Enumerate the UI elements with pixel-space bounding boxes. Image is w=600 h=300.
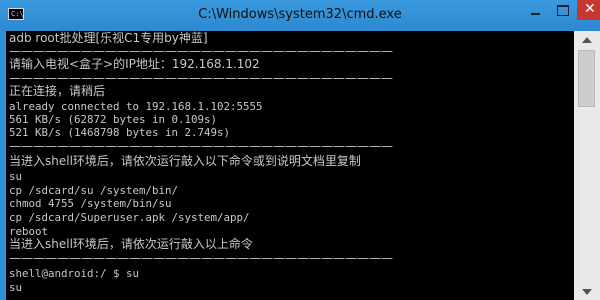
scroll-down-arrow-icon[interactable] <box>574 283 600 300</box>
console-line: 当进入shell环境后，请依次运行敲入以上命令 <box>9 237 253 251</box>
console-line: 561 KB/s (62872 bytes in 0.109s) <box>9 113 218 126</box>
console-line: su <box>9 281 23 294</box>
scrollbar-thumb[interactable] <box>578 50 595 107</box>
console-line: 请输入电视<盒子>的IP地址：192.168.1.102 <box>9 57 260 71</box>
maximize-icon[interactable] <box>549 0 577 20</box>
console-line: adb root批处理[乐视C1专用by神蓝] <box>9 31 208 45</box>
title-bar[interactable]: C:\ C:\Windows\system32\cmd.exe ✕ <box>0 0 600 31</box>
console-line: su <box>9 170 23 183</box>
console-separator: ———————————————————————————————— <box>9 139 393 153</box>
console-separator: ———————————————————————————————— <box>9 44 393 58</box>
console-line: chmod 4755 /system/bin/su <box>9 197 172 210</box>
console-line: 正在连接，请稍后 <box>9 84 106 98</box>
cmd-window: C:\ C:\Windows\system32\cmd.exe ✕ adb ro… <box>0 0 600 300</box>
console-output[interactable]: adb root批处理[乐视C1专用by神蓝] ————————————————… <box>6 31 574 300</box>
minimize-icon[interactable] <box>521 0 549 20</box>
console-line: cp /sdcard/su /system/bin/ <box>9 184 179 197</box>
console-line: already connected to 192.168.1.102:5555 <box>9 100 263 113</box>
close-icon[interactable]: ✕ <box>577 0 600 20</box>
console-line: 521 KB/s (1468798 bytes in 2.749s) <box>9 126 231 139</box>
console-separator: ———————————————————————————————— <box>9 251 393 265</box>
console-line: shell@android:/ $ su <box>9 267 140 280</box>
console-separator: ———————————————————————————————— <box>9 71 393 85</box>
vertical-scrollbar[interactable] <box>574 31 600 300</box>
console-line: cp /sdcard/Superuser.apk /system/app/ <box>9 211 250 224</box>
scroll-up-arrow-icon[interactable] <box>574 31 600 48</box>
window-title: C:\Windows\system32\cmd.exe <box>198 7 402 22</box>
close-symbol: ✕ <box>584 1 596 17</box>
console-line: 当进入shell环境后，请依次运行敲入以下命令或到说明文档里复制 <box>9 154 361 168</box>
